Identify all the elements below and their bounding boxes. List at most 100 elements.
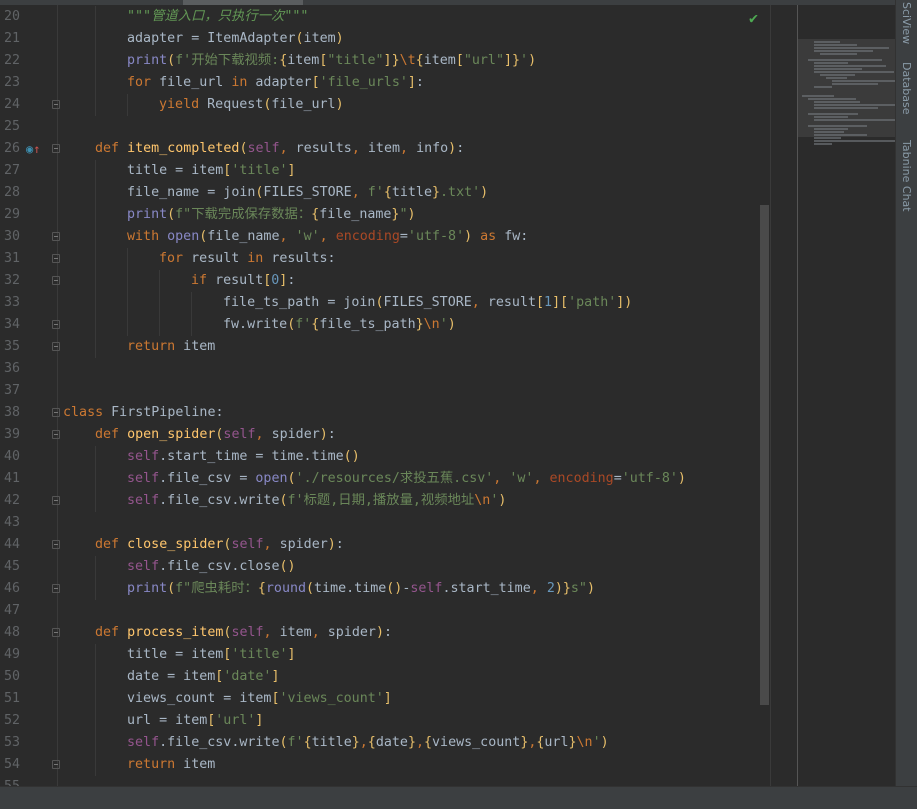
code-editor[interactable]: 20 """管道入口，只执行一次""" 21 adapter = ItemAdapte… bbox=[0, 6, 760, 794]
line-number[interactable]: 46 bbox=[4, 578, 20, 600]
code-line[interactable]: 46 print(f"爬虫耗时：{round(time.time()-self.s… bbox=[0, 578, 760, 600]
line-number[interactable]: 20 bbox=[4, 6, 20, 28]
code-line[interactable]: 27 title = item['title'] bbox=[0, 160, 760, 182]
code-line[interactable]: 50 date = item['date'] bbox=[0, 666, 760, 688]
fold-marker-icon[interactable] bbox=[52, 276, 60, 285]
code-line[interactable]: 21 adapter = ItemAdapter(item) bbox=[0, 28, 760, 50]
code-line[interactable]: 45 self.file_csv.close() bbox=[0, 556, 760, 578]
check-icon[interactable]: ✔ bbox=[749, 9, 758, 27]
active-tab-indicator[interactable] bbox=[183, 0, 303, 5]
line-number[interactable]: 29 bbox=[4, 204, 20, 226]
code-token: item bbox=[183, 339, 216, 354]
code-line[interactable]: 36 bbox=[0, 358, 760, 380]
code-token: f' bbox=[367, 185, 384, 200]
code-token: ] bbox=[271, 669, 280, 684]
line-number[interactable]: 53 bbox=[4, 732, 20, 754]
code-line[interactable]: 30 with open(file_name, 'w', encoding='ut… bbox=[0, 226, 760, 248]
line-number[interactable]: 43 bbox=[4, 512, 20, 534]
code-line[interactable]: 29 print(f"下载完成保存数据：{file_name}") bbox=[0, 204, 760, 226]
line-number[interactable]: 50 bbox=[4, 666, 20, 688]
line-number[interactable]: 35 bbox=[4, 336, 20, 358]
code-line[interactable]: 54 return item bbox=[0, 754, 760, 776]
line-number[interactable]: 38 bbox=[4, 402, 20, 424]
line-number[interactable]: 45 bbox=[4, 556, 20, 578]
code-line[interactable]: 40 self.start_time = time.time() bbox=[0, 446, 760, 468]
vertical-scrollbar[interactable] bbox=[760, 205, 769, 705]
code-line[interactable]: 47 bbox=[0, 600, 760, 622]
code-line[interactable]: 25 bbox=[0, 116, 760, 138]
code-line[interactable]: 23 for file_url in adapter['file_urls']: bbox=[0, 72, 760, 94]
code-line[interactable]: 37 bbox=[0, 380, 760, 402]
fold-marker-icon[interactable] bbox=[52, 628, 60, 637]
indent-guide bbox=[95, 270, 96, 292]
code-line[interactable]: 34 fw.write(f'{file_ts_path}\n') bbox=[0, 314, 760, 336]
line-number[interactable]: 33 bbox=[4, 292, 20, 314]
line-number[interactable]: 47 bbox=[4, 600, 20, 622]
code-token: () bbox=[343, 449, 360, 464]
code-line[interactable]: 39 def open_spider(self, spider): bbox=[0, 424, 760, 446]
line-number[interactable]: 31 bbox=[4, 248, 20, 270]
fold-marker-icon[interactable] bbox=[52, 408, 60, 417]
line-number[interactable]: 28 bbox=[4, 182, 20, 204]
code-line[interactable]: 44 def close_spider(self, spider): bbox=[0, 534, 760, 556]
code-line[interactable]: 38 class FirstPipeline: bbox=[0, 402, 760, 424]
fold-marker-icon[interactable] bbox=[52, 760, 60, 769]
code-line[interactable]: 52 url = item['url'] bbox=[0, 710, 760, 732]
line-number[interactable]: 34 bbox=[4, 314, 20, 336]
line-number[interactable]: 24 bbox=[4, 94, 20, 116]
line-number[interactable]: 23 bbox=[4, 72, 20, 94]
line-number[interactable]: 42 bbox=[4, 490, 20, 512]
line-number[interactable]: 27 bbox=[4, 160, 20, 182]
line-number[interactable]: 37 bbox=[4, 380, 20, 402]
code-line[interactable]: 28 file_name = join(FILES_STORE, f'{title… bbox=[0, 182, 760, 204]
fold-marker-icon[interactable] bbox=[52, 430, 60, 439]
override-method-icon[interactable]: ◉↑ bbox=[26, 142, 40, 156]
fold-marker-icon[interactable] bbox=[52, 320, 60, 329]
fold-marker-icon[interactable] bbox=[52, 496, 60, 505]
line-number[interactable]: 52 bbox=[4, 710, 20, 732]
line-number[interactable]: 48 bbox=[4, 622, 20, 644]
fold-marker-icon[interactable] bbox=[52, 342, 60, 351]
line-number[interactable]: 25 bbox=[4, 116, 20, 138]
tool-tab-sciview[interactable]: SciView bbox=[900, 2, 913, 44]
line-number[interactable]: 54 bbox=[4, 754, 20, 776]
code-line[interactable]: 24 yield Request(file_url) bbox=[0, 94, 760, 116]
code-line[interactable]: 49 title = item['title'] bbox=[0, 644, 760, 666]
line-number[interactable]: 22 bbox=[4, 50, 20, 72]
tool-tab-tabnine-chat[interactable]: Tabnine Chat bbox=[900, 140, 913, 212]
code-minimap[interactable] bbox=[797, 5, 914, 786]
code-line[interactable]: 48 def process_item(self, item, spider): bbox=[0, 622, 760, 644]
fold-marker-icon[interactable] bbox=[52, 144, 60, 153]
code-line[interactable]: 22 print(f'开始下载视频:{item["title"]}\t{item[… bbox=[0, 50, 760, 72]
code-line[interactable]: 43 bbox=[0, 512, 760, 534]
code-line[interactable]: 26 ◉↑ def item_completed(self, results, it… bbox=[0, 138, 760, 160]
line-number[interactable]: 21 bbox=[4, 28, 20, 50]
line-number[interactable]: 36 bbox=[4, 358, 20, 380]
code-line[interactable]: 51 views_count = item['views_count'] bbox=[0, 688, 760, 710]
line-number[interactable]: 30 bbox=[4, 226, 20, 248]
line-number[interactable]: 41 bbox=[4, 468, 20, 490]
fold-marker-icon[interactable] bbox=[52, 100, 60, 109]
fold-marker-icon[interactable] bbox=[52, 584, 60, 593]
code-line[interactable]: 41 self.file_csv = open('./resources/求投五蕉… bbox=[0, 468, 760, 490]
fold-marker-icon[interactable] bbox=[52, 540, 60, 549]
code-line[interactable]: 32 if result[0]: bbox=[0, 270, 760, 292]
line-number[interactable]: 49 bbox=[4, 644, 20, 666]
line-number[interactable]: 40 bbox=[4, 446, 20, 468]
code-line[interactable]: 20 """管道入口，只执行一次""" bbox=[0, 6, 760, 28]
line-number[interactable]: 51 bbox=[4, 688, 20, 710]
code-line[interactable]: 42 self.file_csv.write(f'标题,日期,播放量,视频地址\n… bbox=[0, 490, 760, 512]
code-text: url = item['url'] bbox=[127, 710, 263, 732]
line-number[interactable]: 39 bbox=[4, 424, 20, 446]
tool-tab-database[interactable]: Database bbox=[900, 62, 913, 115]
code-line[interactable]: 33 file_ts_path = join(FILES_STORE, resul… bbox=[0, 292, 760, 314]
code-line[interactable]: 35 return item bbox=[0, 336, 760, 358]
line-number[interactable]: 26 bbox=[4, 138, 20, 160]
code-line[interactable]: 31 for result in results: bbox=[0, 248, 760, 270]
code-line[interactable]: 53 self.file_csv.write(f'{title},{date},{… bbox=[0, 732, 760, 754]
fold-marker-icon[interactable] bbox=[52, 232, 60, 241]
code-token: ]) bbox=[616, 295, 633, 310]
line-number[interactable]: 44 bbox=[4, 534, 20, 556]
line-number[interactable]: 32 bbox=[4, 270, 20, 292]
fold-marker-icon[interactable] bbox=[52, 254, 60, 263]
